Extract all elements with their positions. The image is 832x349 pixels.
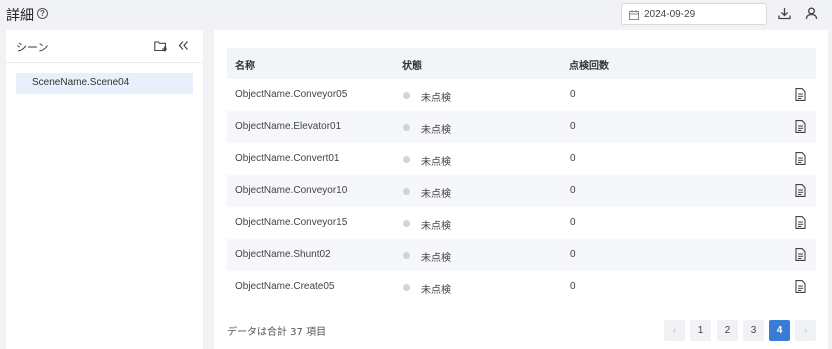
status-dot (403, 252, 410, 259)
table-row[interactable]: ObjectName.Create05 未点検 0 (227, 271, 816, 303)
prev-page-button[interactable]: ‹ (664, 320, 685, 341)
object-name: ObjectName.Conveyor15 (235, 217, 348, 228)
user-icon[interactable] (805, 7, 818, 20)
column-name-header: 名称 (235, 61, 255, 72)
page-1-button[interactable]: 1 (690, 320, 711, 341)
table-row[interactable]: ObjectName.Conveyor05 未点検 0 (227, 79, 816, 111)
object-name: ObjectName.Conveyor05 (235, 89, 348, 100)
table-row[interactable]: ObjectName.Conveyor15 未点検 0 (227, 207, 816, 239)
scene-panel-title: シーン (16, 41, 49, 54)
download-icon[interactable] (778, 7, 791, 20)
object-name: ObjectName.Shunt02 (235, 249, 331, 260)
status-text: 未点検 (421, 93, 451, 104)
document-icon[interactable] (795, 216, 806, 229)
table-row[interactable]: ObjectName.Convert01 未点検 0 (227, 143, 816, 175)
calendar-icon (629, 10, 639, 20)
next-page-button[interactable]: › (795, 320, 816, 341)
document-icon[interactable] (795, 184, 806, 197)
inspection-count: 0 (570, 249, 576, 260)
status-dot (403, 284, 410, 291)
status-text: 未点検 (421, 189, 451, 200)
object-name: ObjectName.Create05 (235, 281, 335, 292)
status-dot (403, 188, 410, 195)
table-row[interactable]: ObjectName.Conveyor10 未点検 0 (227, 175, 816, 207)
table-header: 名称 状態 点検回数 (227, 48, 816, 79)
scene-item[interactable]: SceneName.Scene04 (16, 73, 193, 94)
inspection-count: 0 (570, 153, 576, 164)
page-3-button[interactable]: 3 (743, 320, 764, 341)
inspection-count: 0 (570, 185, 576, 196)
object-name: ObjectName.Elevator01 (235, 121, 342, 132)
document-icon[interactable] (795, 88, 806, 101)
column-status-header: 状態 (402, 61, 422, 72)
page-title: 詳細 (6, 8, 34, 24)
inspection-count: 0 (570, 281, 576, 292)
page-2-button[interactable]: 2 (717, 320, 738, 341)
status-dot (403, 220, 410, 227)
inspection-count: 0 (570, 121, 576, 132)
column-count-header: 点検回数 (569, 61, 609, 72)
object-name: ObjectName.Conveyor10 (235, 185, 348, 196)
inspection-count: 0 (570, 217, 576, 228)
scene-panel-header: シーン (6, 30, 203, 63)
status-text: 未点検 (421, 157, 451, 168)
add-folder-icon[interactable] (154, 40, 167, 52)
collapse-double-chevron-icon[interactable] (178, 40, 189, 51)
document-icon[interactable] (795, 280, 806, 293)
document-icon[interactable] (795, 120, 806, 133)
help-icon[interactable]: ? (37, 8, 48, 19)
object-name: ObjectName.Convert01 (235, 153, 340, 164)
page-4-button[interactable]: 4 (769, 320, 790, 341)
inspection-count: 0 (570, 89, 576, 100)
document-icon[interactable] (795, 152, 806, 165)
detail-panel: 名称 状態 点検回数 ObjectName.Conveyor05 未点検 0 Obje… (214, 30, 828, 349)
date-value: 2024-09-29 (644, 9, 696, 20)
status-text: 未点検 (421, 125, 451, 136)
status-text: 未点検 (421, 285, 451, 296)
status-dot (403, 92, 410, 99)
scene-item-label: SceneName.Scene04 (32, 77, 130, 88)
table-row[interactable]: ObjectName.Elevator01 未点検 0 (227, 111, 816, 143)
document-icon[interactable] (795, 248, 806, 261)
header: 詳細 ? 2024-09-29 (0, 0, 832, 28)
object-table: 名称 状態 点検回数 ObjectName.Conveyor05 未点検 0 Obje… (227, 48, 816, 303)
date-picker[interactable]: 2024-09-29 (621, 3, 767, 25)
table-row[interactable]: ObjectName.Shunt02 未点検 0 (227, 239, 816, 271)
status-text: 未点検 (421, 253, 451, 264)
status-dot (403, 156, 410, 163)
status-text: 未点検 (421, 221, 451, 232)
total-count: データは合計 37 項目 (227, 327, 327, 338)
status-dot (403, 124, 410, 131)
scene-panel: シーン SceneName.Scene04 (6, 30, 203, 349)
